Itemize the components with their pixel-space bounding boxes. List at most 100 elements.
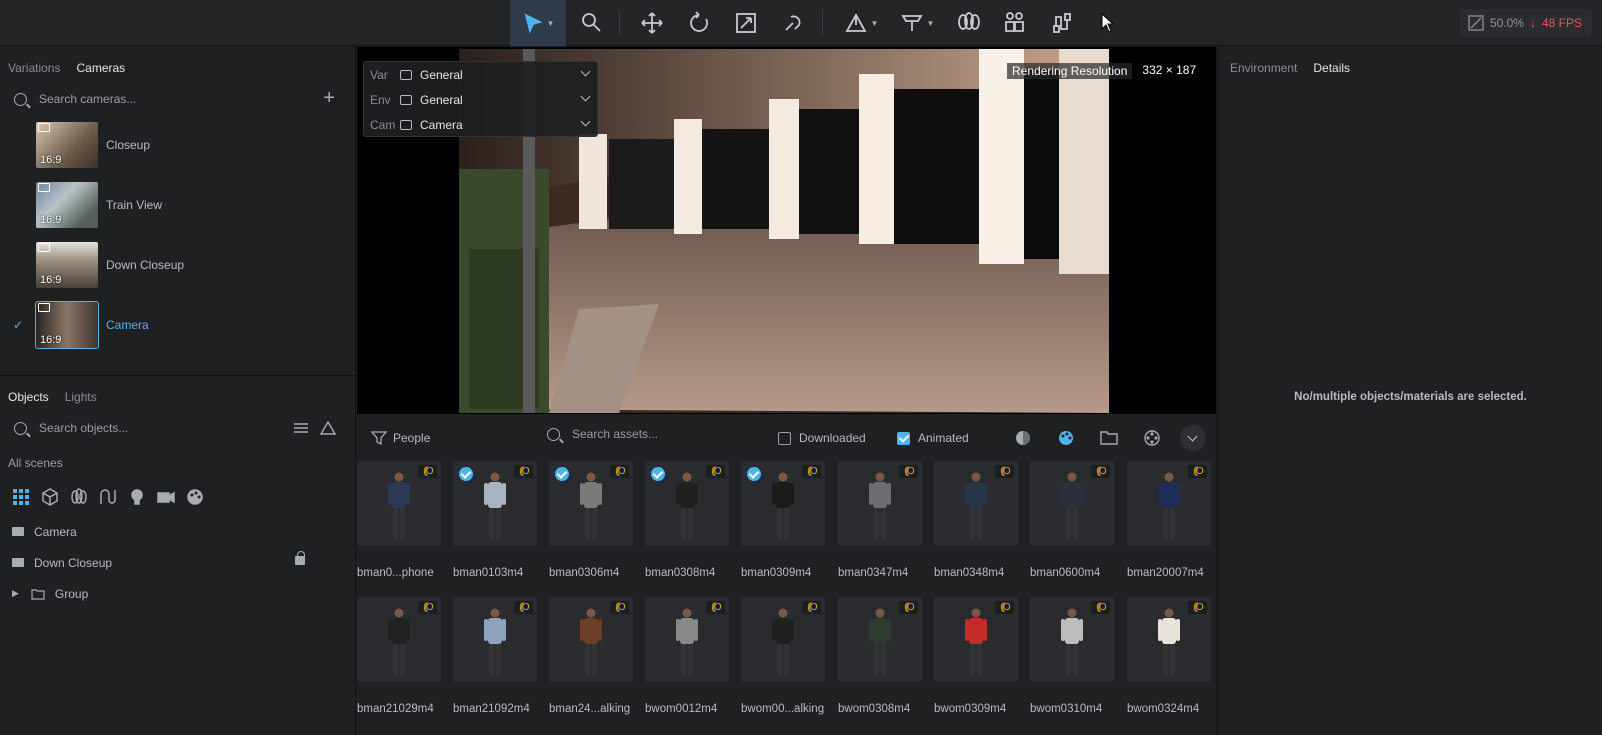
asset-card[interactable]: ((O bman0348m4	[934, 461, 1018, 579]
asset-name: bman0309m4	[741, 567, 812, 579]
palette-icon[interactable]	[186, 488, 204, 506]
path-tool-button[interactable]	[1044, 0, 1080, 46]
asset-card[interactable]: ((O bman0...phone	[357, 461, 441, 579]
asset-card[interactable]: ((O bman0103m4	[453, 461, 537, 579]
chevron-down-icon: ▼	[870, 18, 879, 28]
camera-icon	[38, 303, 50, 312]
downloaded-checkbox[interactable]: Downloaded	[778, 431, 866, 445]
light-bulb-icon[interactable]	[128, 488, 146, 506]
selector-value: General	[420, 67, 463, 82]
animated-badge-icon: ((O	[418, 601, 437, 614]
filter-funnel-icon[interactable]	[371, 430, 387, 446]
tab-lights[interactable]: Lights	[65, 390, 97, 412]
asset-thumbnail: ((O	[357, 597, 441, 682]
camera-dropdown[interactable]: Cam Camera	[364, 112, 597, 137]
cube-icon[interactable]	[41, 488, 59, 506]
tab-variations[interactable]: Variations	[8, 61, 60, 83]
lock-icon[interactable]	[295, 551, 305, 565]
palette-icon[interactable]	[1057, 429, 1075, 447]
trees-icon[interactable]	[70, 488, 88, 506]
object-row-group[interactable]: ▶ Group	[0, 578, 355, 609]
folder-icon	[31, 588, 45, 600]
film-reel-icon[interactable]	[1143, 429, 1161, 447]
asset-card[interactable]: ((O bwom0324m4	[1127, 597, 1211, 715]
spline-icon[interactable]	[99, 488, 117, 506]
asset-name: bman0...phone	[357, 567, 434, 579]
camera-item-closeup[interactable]: 16:9 Closeup	[0, 115, 355, 175]
tab-objects[interactable]: Objects	[8, 390, 49, 412]
tab-environment[interactable]: Environment	[1230, 61, 1297, 83]
people-icon	[1005, 12, 1024, 32]
camera-search-input[interactable]: Search cameras... +	[0, 83, 355, 115]
all-scenes-label[interactable]: All scenes	[0, 444, 355, 478]
asset-card[interactable]: ((O bwom00...alking	[741, 597, 825, 715]
add-camera-button[interactable]: +	[323, 87, 335, 110]
paint-tool-button[interactable]: ▼	[894, 0, 940, 46]
camera-item-camera[interactable]: ✓ 16:9 Camera	[0, 295, 355, 355]
camera-label: Down Closeup	[106, 258, 185, 272]
asset-category-label[interactable]: People	[393, 431, 430, 445]
animated-badge-icon: ((O	[1091, 601, 1110, 614]
cursor-arrow-icon	[524, 13, 543, 34]
toolbar-separator	[822, 10, 823, 36]
performance-indicator[interactable]: 50.0% ↓ 48 FPS	[1459, 9, 1592, 37]
place-tool-button[interactable]: ▼	[838, 0, 884, 46]
tab-cameras[interactable]: Cameras	[76, 61, 125, 83]
filter-sliders-icon[interactable]	[293, 421, 309, 435]
clear-filter-icon[interactable]	[319, 420, 337, 436]
asset-card[interactable]: ((O bman21092m4	[453, 597, 537, 715]
asset-card[interactable]: ((O bman0306m4	[549, 461, 633, 579]
folder-icon[interactable]	[1100, 429, 1118, 447]
move-tool-button[interactable]	[634, 0, 670, 46]
asset-name: bman0308m4	[645, 567, 716, 579]
video-camera-icon	[400, 119, 412, 130]
asset-search-input[interactable]: Search assets...	[547, 427, 658, 441]
material-picker-button[interactable]	[574, 0, 610, 46]
environment-dropdown[interactable]: Env General	[364, 87, 597, 112]
asset-card[interactable]: ((O bman0600m4	[1030, 461, 1114, 579]
expand-options-button[interactable]	[1180, 425, 1206, 451]
no-selection-message: No/multiple objects/materials are select…	[1294, 391, 1527, 403]
asset-card[interactable]: ((O bman24...alking	[549, 597, 633, 715]
tab-details[interactable]: Details	[1313, 61, 1350, 83]
vegetation-tool-button[interactable]	[951, 0, 987, 46]
asset-browser: People Search assets... Downloaded Anima…	[357, 415, 1216, 735]
rotate-tool-button[interactable]	[681, 0, 717, 46]
asset-thumbnail: ((O	[934, 461, 1018, 546]
asset-card[interactable]: ((O bman20007m4	[1127, 461, 1211, 579]
rendering-resolution-value: 332 × 187	[1142, 63, 1197, 77]
asset-name: bwom0324m4	[1127, 703, 1200, 715]
animated-checkbox[interactable]: Animated	[897, 431, 969, 445]
asset-thumbnail: ((O	[741, 461, 825, 546]
asset-card[interactable]: ((O bwom0310m4	[1030, 597, 1114, 715]
object-search-input[interactable]: Search objects...	[0, 412, 355, 444]
animated-badge-icon: ((O	[1188, 601, 1207, 614]
video-camera-icon[interactable]	[157, 488, 175, 506]
camera-icon	[38, 183, 50, 192]
asset-card[interactable]: ((O bman0309m4	[741, 461, 825, 579]
asset-card[interactable]: ((O bwom0012m4	[645, 597, 729, 715]
object-row-camera[interactable]: Camera	[0, 516, 355, 547]
snap-tool-button[interactable]	[775, 0, 811, 46]
asset-card[interactable]: ((O bwom0309m4	[934, 597, 1018, 715]
asset-name: bman0348m4	[934, 567, 1005, 579]
asset-card[interactable]: ((O bwom0308m4	[838, 597, 922, 715]
variation-dropdown[interactable]: Var General	[364, 62, 597, 87]
camera-label: Camera	[106, 318, 149, 332]
scale-tool-button[interactable]	[728, 0, 764, 46]
grid-all-icon[interactable]	[12, 488, 30, 506]
people-tool-button[interactable]	[997, 0, 1033, 46]
select-tool-button[interactable]: ▼	[510, 0, 566, 46]
selector-key: Var	[370, 67, 388, 82]
toolbar-separator	[619, 10, 620, 36]
render-viewport[interactable]: Var General Env General Cam Camera Rende…	[357, 47, 1216, 414]
asset-name: bman0306m4	[549, 567, 620, 579]
asset-card[interactable]: ((O bman0308m4	[645, 461, 729, 579]
camera-item-down-closeup[interactable]: 16:9 Down Closeup	[0, 235, 355, 295]
expand-arrow-icon[interactable]: ▶	[12, 588, 19, 599]
asset-card[interactable]: ((O bman0347m4	[838, 461, 922, 579]
object-row-down-closeup[interactable]: Down Closeup	[0, 547, 355, 578]
asset-card[interactable]: ((O bman21029m4	[357, 597, 441, 715]
sphere-material-icon[interactable]	[1014, 429, 1032, 447]
camera-item-train-view[interactable]: 16:9 Train View	[0, 175, 355, 235]
